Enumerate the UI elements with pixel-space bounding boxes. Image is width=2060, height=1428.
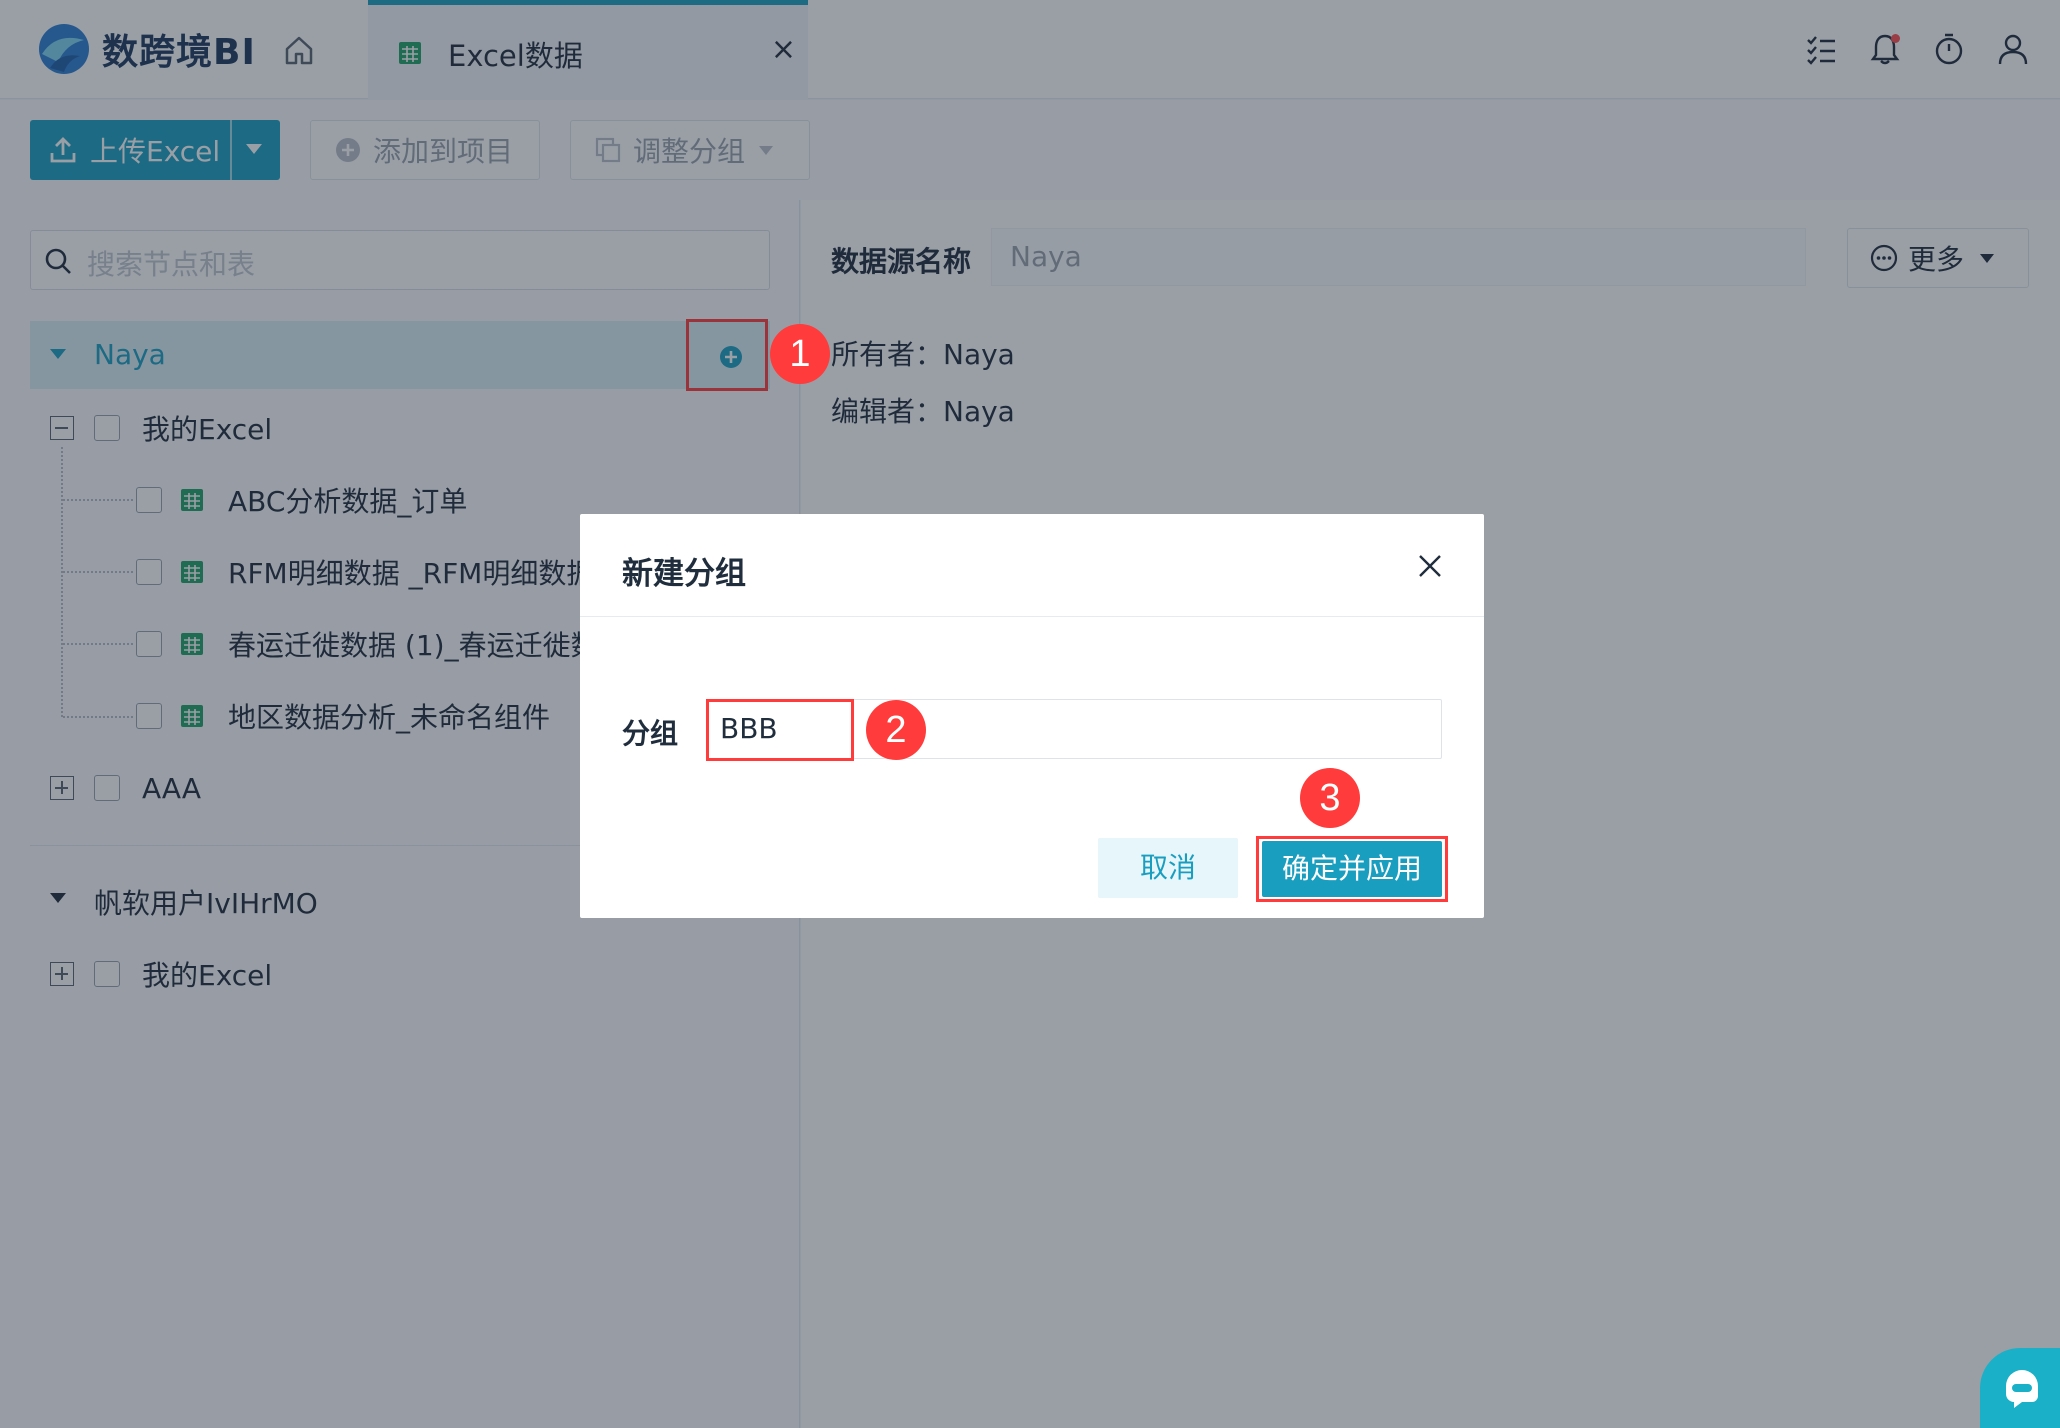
step-badge-2: 2 xyxy=(866,700,926,760)
dialog-divider xyxy=(580,616,1484,617)
new-group-dialog: 新建分组 分组 BBB 取消 确定并应用 xyxy=(580,514,1484,918)
chat-icon xyxy=(2006,1370,2038,1408)
cancel-button[interactable]: 取消 xyxy=(1098,838,1238,898)
close-icon[interactable] xyxy=(1416,552,1444,580)
group-name-value: BBB xyxy=(720,712,778,745)
step-badge-3: 3 xyxy=(1300,768,1360,828)
group-field-label: 分组 xyxy=(622,717,679,750)
step-badge-1: 1 xyxy=(770,324,830,384)
help-chat-button[interactable] xyxy=(1980,1348,2060,1428)
confirm-apply-button[interactable]: 确定并应用 xyxy=(1262,841,1442,897)
dialog-title: 新建分组 xyxy=(622,556,746,592)
